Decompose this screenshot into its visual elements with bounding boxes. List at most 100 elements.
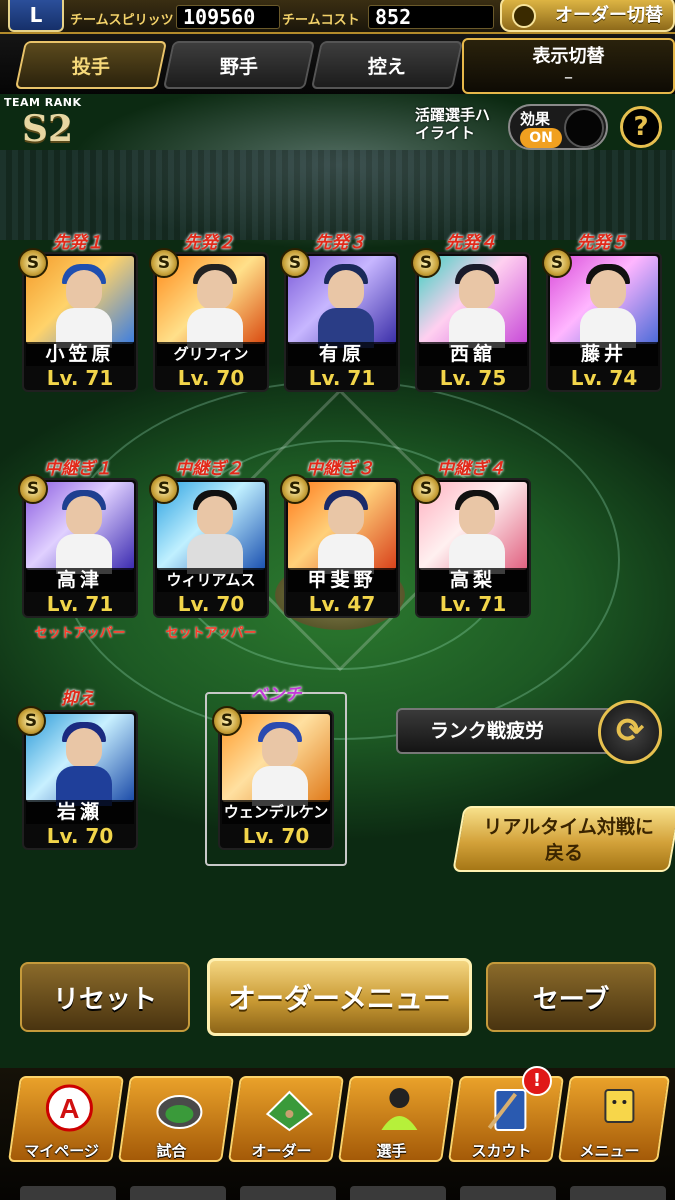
order-menu-button[interactable]: オーダーメニュー [207, 958, 472, 1036]
tab-label: 投手 [71, 55, 110, 78]
player-level: Lv. 71 [46, 592, 114, 616]
nav-order[interactable]: オーダー [227, 1076, 345, 1162]
rarity-s-badge: S [149, 474, 179, 504]
position-label: ベンチ [250, 685, 302, 705]
player-name: 岩瀬 [26, 800, 134, 824]
player-level: Lv. 74 [570, 366, 638, 390]
mypage-icon: A [45, 1084, 93, 1134]
return-to-realtime-button[interactable]: リアルタイム対戦に 戻る [452, 806, 675, 872]
player-level: Lv. 71 [439, 592, 507, 616]
player-figure [187, 262, 243, 348]
nav-label: オーダー [251, 1142, 312, 1160]
rarity-s-badge: S [18, 248, 48, 278]
player-level: Lv. 71 [46, 366, 114, 390]
player-name: グリフィン [157, 342, 265, 366]
position-label: 抑え [61, 689, 95, 709]
nav-label: 選手 [376, 1142, 407, 1160]
player-level: Lv. 47 [308, 592, 376, 616]
refresh-icon: ⟳ [615, 711, 645, 751]
nav-label: スカウト [471, 1142, 532, 1160]
team-rank-value: S2 [22, 108, 74, 150]
rank-fatigue-label: ランク戦疲労 [396, 708, 614, 754]
nav-mypage[interactable]: A マイページ [7, 1076, 125, 1162]
rarity-s-badge: S [212, 706, 242, 736]
player-figure [318, 262, 374, 348]
effect-state: ON [520, 128, 562, 148]
player-name: ウェンデルケン [222, 800, 330, 824]
display-toggle-value: – [564, 67, 573, 88]
swap-icon [512, 4, 536, 28]
nav-next-row-item [570, 1186, 666, 1200]
player-name: 西舘 [419, 342, 527, 366]
player-level: Lv. 75 [439, 366, 507, 390]
player-figure [252, 720, 308, 806]
player-name: 有原 [288, 342, 396, 366]
player-figure [449, 262, 505, 348]
setup-role-label: セットアッパー [165, 626, 257, 641]
rarity-s-badge: S [411, 248, 441, 278]
nav-next-row-item [20, 1186, 116, 1200]
player-level: Lv. 70 [177, 366, 245, 390]
player-level: Lv. 70 [242, 824, 310, 848]
nav-next-row-item [130, 1186, 226, 1200]
display-toggle-title: 表示切替 [532, 46, 605, 67]
tab-fielders[interactable]: 野手 [162, 41, 316, 89]
reset-button[interactable]: リセット [20, 962, 190, 1032]
setup-role-label: セットアッパー [34, 626, 126, 641]
effect-toggle[interactable]: 効果 ON [508, 104, 608, 150]
order-screen: L チームスピリッツ 109560 チームコスト 852 オーダー切替 投手 野… [0, 0, 675, 1200]
team-spirits-value: 109560 [176, 5, 280, 29]
menu-icon [595, 1084, 643, 1134]
team-cost-value: 852 [368, 5, 494, 29]
save-button[interactable]: セーブ [486, 962, 656, 1032]
rarity-s-badge: S [16, 706, 46, 736]
rarity-s-badge: S [542, 248, 572, 278]
stadium-stands [0, 150, 675, 240]
player-level: Lv. 70 [46, 824, 114, 848]
refresh-fatigue-button[interactable]: ⟳ [598, 700, 662, 764]
player-level: Lv. 71 [308, 366, 376, 390]
tab-pitchers[interactable]: 投手 [14, 41, 168, 89]
notification-badge: ! [522, 1066, 552, 1096]
player-figure [56, 488, 112, 574]
team-spirits-label: チームスピリッツ [70, 13, 174, 28]
return-label-line1: リアルタイム対戦に [483, 816, 654, 838]
nav-menu[interactable]: メニュー [557, 1076, 671, 1162]
player-name: 高梨 [419, 568, 527, 592]
status-bar: L チームスピリッツ 109560 チームコスト 852 オーダー切替 [0, 0, 675, 34]
tab-reserves[interactable]: 控え [310, 41, 464, 89]
order-switch-button[interactable]: オーダー切替 [500, 0, 675, 32]
player-icon [375, 1084, 423, 1134]
tab-label: 野手 [219, 55, 258, 78]
player-figure [187, 488, 243, 574]
display-toggle-button[interactable]: 表示切替 – [462, 38, 675, 94]
player-name: ウィリアムス [157, 568, 265, 592]
rarity-s-badge: S [18, 474, 48, 504]
nav-label: 試合 [156, 1142, 187, 1160]
player-name: 高津 [26, 568, 134, 592]
help-button[interactable]: ? [620, 106, 662, 148]
rarity-s-badge: S [280, 248, 310, 278]
nav-game[interactable]: 試合 [117, 1076, 235, 1162]
player-figure [580, 262, 636, 348]
player-name: 甲斐野 [288, 568, 396, 592]
effect-label: 効果 [520, 110, 551, 128]
rarity-s-badge: S [280, 474, 310, 504]
svg-text:A: A [59, 1093, 79, 1124]
player-figure [318, 488, 374, 574]
nav-label: メニュー [579, 1142, 640, 1160]
nav-next-row-item [240, 1186, 336, 1200]
toggle-knob [564, 108, 604, 148]
player-figure [56, 720, 112, 806]
rarity-s-badge: S [411, 474, 441, 504]
highlight-label: 活躍選手ハイライト [415, 106, 491, 142]
team-cost-label: チームコスト [282, 13, 360, 28]
nav-players[interactable]: 選手 [337, 1076, 455, 1162]
player-figure [449, 488, 505, 574]
nav-next-row-item [350, 1186, 446, 1200]
nav-label: マイページ [24, 1142, 99, 1160]
nav-next-row-item [460, 1186, 556, 1200]
team-logo: L [8, 0, 64, 32]
stadium-icon [155, 1084, 203, 1134]
player-level: Lv. 70 [177, 592, 245, 616]
